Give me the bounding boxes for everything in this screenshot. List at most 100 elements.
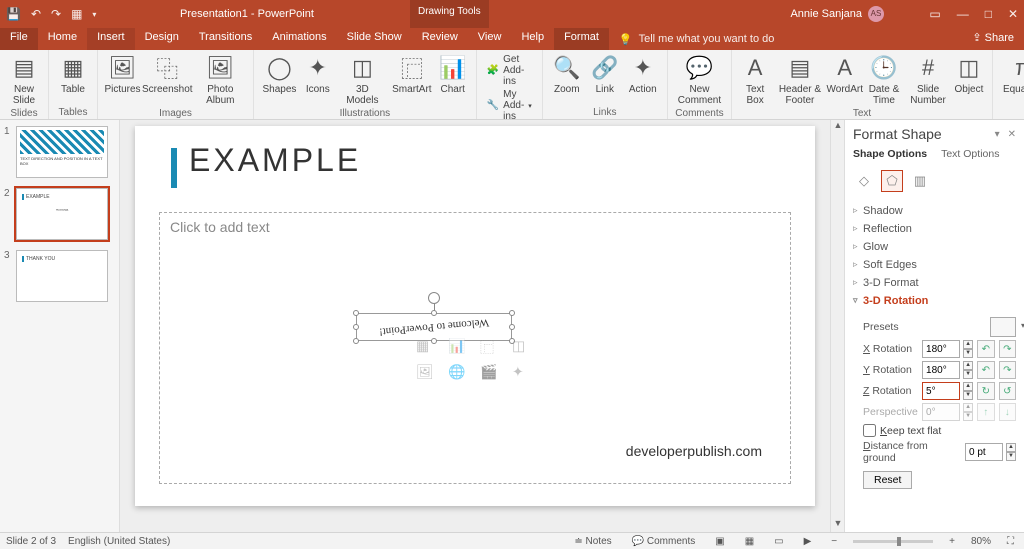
- section-3d-format[interactable]: 3-D Format: [853, 274, 1016, 292]
- insert-picture-icon[interactable]: 🖼: [416, 363, 438, 380]
- comments-button[interactable]: 💬 Comments: [628, 536, 700, 547]
- icons-button[interactable]: ✦Icons: [301, 52, 335, 97]
- z-rotation-input[interactable]: [922, 382, 960, 400]
- qat-more-icon[interactable]: ▾: [92, 10, 96, 19]
- header-footer-button[interactable]: ▤Header & Footer: [774, 52, 826, 108]
- reading-view-icon[interactable]: ▭: [770, 536, 787, 547]
- thumbnail-2[interactable]: 2 EXAMPLEWelcome: [4, 188, 115, 240]
- effects-icon[interactable]: ⬠: [881, 170, 903, 192]
- keep-text-flat-checkbox[interactable]: [863, 424, 876, 437]
- insert-3d-icon[interactable]: ◫: [512, 337, 534, 357]
- scroll-up-icon[interactable]: ▲: [831, 120, 845, 134]
- tab-format[interactable]: Format: [554, 28, 609, 50]
- insert-chart-icon[interactable]: 📊: [448, 337, 470, 357]
- rotate-left-icon[interactable]: ↶: [977, 340, 994, 358]
- x-rotation-spinner[interactable]: ▲▼: [963, 340, 973, 358]
- maximize-icon[interactable]: □: [985, 7, 992, 21]
- shapes-button[interactable]: ◯Shapes: [260, 52, 299, 97]
- new-comment-button[interactable]: 💬New Comment: [674, 52, 725, 108]
- insert-video-icon[interactable]: 🎬: [480, 363, 502, 380]
- tab-file[interactable]: File: [0, 28, 38, 50]
- normal-view-icon[interactable]: ▣: [711, 536, 728, 547]
- x-rotation-input[interactable]: [922, 340, 960, 358]
- start-from-beginning-icon[interactable]: ▦: [71, 7, 82, 21]
- rotate-down-icon[interactable]: ↷: [999, 361, 1016, 379]
- pane-close-icon[interactable]: ✕: [1008, 129, 1016, 140]
- tab-design[interactable]: Design: [135, 28, 189, 50]
- notes-button[interactable]: ≐ Notes: [570, 536, 615, 547]
- scroll-down-icon[interactable]: ▼: [831, 518, 845, 532]
- section-3d-rotation[interactable]: 3-D Rotation: [853, 292, 1016, 310]
- pane-options-icon[interactable]: ▾: [995, 129, 1000, 140]
- shape-options-tab[interactable]: Shape Options: [853, 148, 927, 160]
- link-button[interactable]: 🔗Link: [587, 52, 623, 97]
- new-slide-button[interactable]: ▤New Slide: [6, 52, 42, 108]
- y-rotation-input[interactable]: [922, 361, 960, 379]
- zoom-button[interactable]: 🔍Zoom: [549, 52, 585, 97]
- tab-view[interactable]: View: [468, 28, 512, 50]
- ribbon-options-icon[interactable]: ▭: [929, 7, 940, 21]
- thumbnail-3[interactable]: 3 THANK YOU: [4, 250, 115, 302]
- section-glow[interactable]: Glow: [853, 238, 1016, 256]
- rotation-handle[interactable]: [428, 292, 440, 304]
- tab-animations[interactable]: Animations: [262, 28, 336, 50]
- tab-transitions[interactable]: Transitions: [189, 28, 262, 50]
- zoom-in-button[interactable]: +: [945, 536, 959, 547]
- photo-album-button[interactable]: 🖼Photo Album: [194, 52, 248, 108]
- reset-button[interactable]: Reset: [863, 471, 912, 489]
- sorter-view-icon[interactable]: ▦: [741, 536, 758, 547]
- undo-icon[interactable]: ↶: [31, 7, 41, 21]
- chart-button[interactable]: 📊Chart: [436, 52, 470, 97]
- get-addins-button[interactable]: 🧩Get Add-ins: [487, 54, 532, 87]
- equation-button[interactable]: πEquation: [999, 52, 1024, 97]
- insert-smartart-icon[interactable]: ⿸: [480, 337, 502, 357]
- close-icon[interactable]: ✕: [1008, 7, 1018, 21]
- vertical-scrollbar[interactable]: ▲ ▼: [830, 120, 844, 532]
- slide-title[interactable]: EXAMPLE: [189, 142, 361, 179]
- action-button[interactable]: ✦Action: [625, 52, 661, 97]
- rotate-up-icon[interactable]: ↶: [977, 361, 994, 379]
- smartart-button[interactable]: ⿸SmartArt: [390, 52, 434, 97]
- datetime-button[interactable]: 🕒Date & Time: [864, 52, 904, 108]
- zoom-out-button[interactable]: −: [827, 536, 841, 547]
- insert-online-picture-icon[interactable]: 🌐: [448, 363, 470, 380]
- size-properties-icon[interactable]: ▥: [909, 170, 931, 192]
- slide-counter[interactable]: Slide 2 of 3: [6, 536, 56, 547]
- presets-dropdown[interactable]: [990, 317, 1016, 337]
- zoom-level[interactable]: 80%: [971, 536, 991, 547]
- share-button[interactable]: ⇪ Share: [962, 28, 1024, 50]
- rotate-right-icon[interactable]: ↷: [999, 340, 1016, 358]
- tab-help[interactable]: Help: [511, 28, 554, 50]
- rotate-cw-icon[interactable]: ↻: [977, 382, 994, 400]
- text-options-tab[interactable]: Text Options: [941, 148, 999, 160]
- object-button[interactable]: ◫Object: [952, 52, 986, 97]
- slideshow-view-icon[interactable]: ▶: [800, 536, 816, 547]
- zoom-slider[interactable]: [853, 540, 933, 543]
- minimize-icon[interactable]: —: [957, 7, 969, 21]
- tab-home[interactable]: Home: [38, 28, 87, 50]
- my-addins-button[interactable]: 🔧My Add-ins ▾: [487, 89, 532, 122]
- pictures-button[interactable]: 🖼Pictures: [104, 52, 141, 97]
- tell-me[interactable]: 💡 Tell me what you want to do: [609, 28, 784, 50]
- distance-spinner[interactable]: ▲▼: [1006, 443, 1016, 461]
- screenshot-button[interactable]: ⿻Screenshot: [143, 52, 192, 97]
- fill-line-icon[interactable]: ◇: [853, 170, 875, 192]
- tab-review[interactable]: Review: [412, 28, 468, 50]
- rotate-ccw-icon[interactable]: ↺: [999, 382, 1016, 400]
- distance-input[interactable]: [965, 443, 1003, 461]
- wordart-button[interactable]: AWordArt: [828, 52, 862, 97]
- tab-slideshow[interactable]: Slide Show: [337, 28, 412, 50]
- insert-table-icon[interactable]: ▦: [416, 337, 438, 357]
- section-reflection[interactable]: Reflection: [853, 220, 1016, 238]
- tab-insert[interactable]: Insert: [87, 28, 135, 50]
- language-status[interactable]: English (United States): [68, 536, 170, 547]
- save-icon[interactable]: 💾: [6, 7, 21, 21]
- slide-number-button[interactable]: #Slide Number: [906, 52, 950, 108]
- section-shadow[interactable]: Shadow: [853, 202, 1016, 220]
- user-account[interactable]: Annie Sanjana AS: [790, 6, 884, 22]
- y-rotation-spinner[interactable]: ▲▼: [963, 361, 973, 379]
- resize-handle[interactable]: [353, 310, 359, 316]
- z-rotation-spinner[interactable]: ▲▼: [963, 382, 973, 400]
- insert-icon-icon[interactable]: ✦: [512, 363, 534, 380]
- 3d-models-button[interactable]: ◫3D Models: [337, 52, 388, 108]
